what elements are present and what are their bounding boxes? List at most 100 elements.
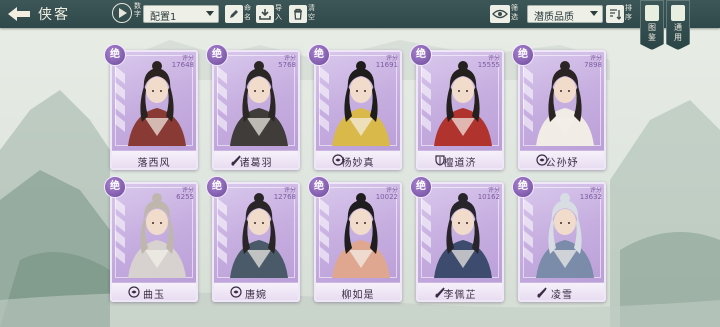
top-bar: 侠客 数字 配置1 命名 导入 清空 筛选 潜质品质 排序 bbox=[0, 0, 720, 28]
hero-card[interactable]: 评分 10022 柳如是 绝 bbox=[308, 176, 402, 302]
score-value: 10162 bbox=[477, 193, 500, 201]
general-button[interactable]: 通用 bbox=[666, 0, 690, 50]
hero-name: 落西风 bbox=[137, 158, 171, 169]
hero-portrait bbox=[434, 193, 492, 278]
import-button[interactable] bbox=[256, 5, 274, 23]
hero-portrait bbox=[434, 61, 492, 146]
import-label: 导入 bbox=[275, 4, 282, 21]
hero-name: 杨妙真 bbox=[341, 158, 375, 169]
grade-badge: 绝 bbox=[104, 44, 126, 66]
rename-button[interactable] bbox=[225, 5, 243, 23]
back-arrow-icon bbox=[8, 7, 30, 21]
codex-label: 图鉴 bbox=[648, 23, 656, 42]
name-plate: 檀道济 bbox=[418, 150, 502, 169]
filter-label: 筛选 bbox=[511, 4, 518, 21]
general-label: 通用 bbox=[674, 23, 682, 42]
power-score: 评分 11691 bbox=[376, 55, 398, 69]
hero-name: 凌雪 bbox=[551, 290, 573, 301]
name-plate: 诸葛羽 bbox=[214, 150, 298, 169]
hero-card[interactable]: 评分 12768 唐婉 绝 bbox=[206, 176, 300, 302]
hero-name: 曲玉 bbox=[143, 290, 165, 301]
power-score: 评分 17648 bbox=[172, 55, 194, 69]
name-plate: 凌雪 bbox=[520, 282, 604, 301]
score-value: 10022 bbox=[375, 193, 398, 201]
hero-card[interactable]: 评分 10162 李佩芷 绝 bbox=[410, 176, 504, 302]
hero-portrait bbox=[230, 193, 288, 278]
grade-badge: 绝 bbox=[206, 44, 228, 66]
hero-card[interactable]: 评分 17648 落西风 绝 bbox=[104, 44, 198, 170]
filter-button[interactable] bbox=[490, 5, 510, 23]
hero-portrait bbox=[128, 61, 186, 146]
name-plate: 杨妙真 bbox=[316, 150, 400, 169]
hero-card[interactable]: 评分 13632 凌雪 绝 bbox=[512, 176, 606, 302]
hero-card[interactable]: 评分 6255 曲玉 绝 bbox=[104, 176, 198, 302]
hero-card[interactable]: 评分 5768 诸葛羽 绝 bbox=[206, 44, 300, 170]
score-value: 7898 bbox=[584, 61, 602, 69]
pencil-icon bbox=[230, 10, 238, 18]
grade-badge: 绝 bbox=[308, 176, 330, 198]
grade-badge: 绝 bbox=[512, 44, 534, 66]
clear-label: 清空 bbox=[308, 4, 315, 21]
grade-badge: 绝 bbox=[104, 176, 126, 198]
sort-icon bbox=[610, 9, 621, 20]
back-button[interactable] bbox=[4, 3, 34, 25]
grade-badge: 绝 bbox=[308, 44, 330, 66]
codex-button[interactable]: 图鉴 bbox=[640, 0, 664, 50]
hero-name: 李佩芷 bbox=[443, 290, 477, 301]
hero-name: 唐婉 bbox=[245, 290, 267, 301]
chevron-down-icon bbox=[206, 11, 214, 16]
score-value: 15555 bbox=[477, 61, 500, 69]
name-plate: 落西风 bbox=[112, 150, 196, 169]
power-score: 评分 6255 bbox=[176, 187, 194, 201]
hero-name: 诸葛羽 bbox=[239, 158, 273, 169]
score-value: 17648 bbox=[171, 61, 194, 69]
name-plate: 曲玉 bbox=[112, 282, 196, 301]
sort-label: 排序 bbox=[625, 4, 632, 21]
page-title: 侠客 bbox=[38, 7, 70, 23]
play-button[interactable] bbox=[112, 3, 132, 23]
hero-portrait bbox=[536, 61, 594, 146]
name-plate: 柳如是 bbox=[316, 282, 400, 301]
power-score: 评分 10162 bbox=[478, 187, 500, 201]
hero-name: 檀道济 bbox=[443, 158, 477, 169]
hero-portrait bbox=[128, 193, 186, 278]
hero-card[interactable]: 评分 11691 杨妙真 绝 bbox=[308, 44, 402, 170]
score-value: 5768 bbox=[278, 61, 296, 69]
hero-card[interactable]: 评分 7898 公孙妤 绝 bbox=[512, 44, 606, 170]
sort-select-value: 潜质品质 bbox=[534, 12, 574, 23]
power-score: 评分 7898 bbox=[584, 55, 602, 69]
hero-name: 柳如是 bbox=[341, 290, 375, 301]
power-score: 评分 10022 bbox=[376, 187, 398, 201]
hero-card[interactable]: 评分 15555 檀道济 绝 bbox=[410, 44, 504, 170]
chevron-down-icon bbox=[590, 11, 598, 16]
power-score: 评分 5768 bbox=[278, 55, 296, 69]
grade-badge: 绝 bbox=[410, 176, 432, 198]
grade-badge: 绝 bbox=[206, 176, 228, 198]
rename-label: 命名 bbox=[244, 4, 251, 21]
score-value: 13632 bbox=[579, 193, 602, 201]
power-score: 评分 12768 bbox=[274, 187, 296, 201]
score-value: 12768 bbox=[273, 193, 296, 201]
name-plate: 公孙妤 bbox=[520, 150, 604, 169]
scroll-icon bbox=[671, 5, 685, 21]
trash-icon bbox=[294, 8, 302, 20]
hero-portrait bbox=[536, 193, 594, 278]
sort-select[interactable]: 潜质品质 bbox=[527, 5, 603, 23]
eye-icon bbox=[492, 9, 508, 19]
config-select-value: 配置1 bbox=[150, 12, 177, 23]
clear-button[interactable] bbox=[289, 5, 307, 23]
book-icon bbox=[645, 5, 659, 21]
score-value: 11691 bbox=[375, 61, 398, 69]
import-icon bbox=[259, 9, 271, 20]
grade-badge: 绝 bbox=[410, 44, 432, 66]
hero-portrait bbox=[230, 61, 288, 146]
power-score: 评分 13632 bbox=[580, 187, 602, 201]
hero-portrait bbox=[332, 193, 390, 278]
grade-badge: 绝 bbox=[512, 176, 534, 198]
score-value: 6255 bbox=[176, 193, 194, 201]
name-plate: 李佩芷 bbox=[418, 282, 502, 301]
config-select[interactable]: 配置1 bbox=[143, 5, 219, 23]
sort-button[interactable] bbox=[606, 5, 624, 23]
hero-portrait bbox=[332, 61, 390, 146]
hero-name: 公孙妤 bbox=[545, 158, 579, 169]
